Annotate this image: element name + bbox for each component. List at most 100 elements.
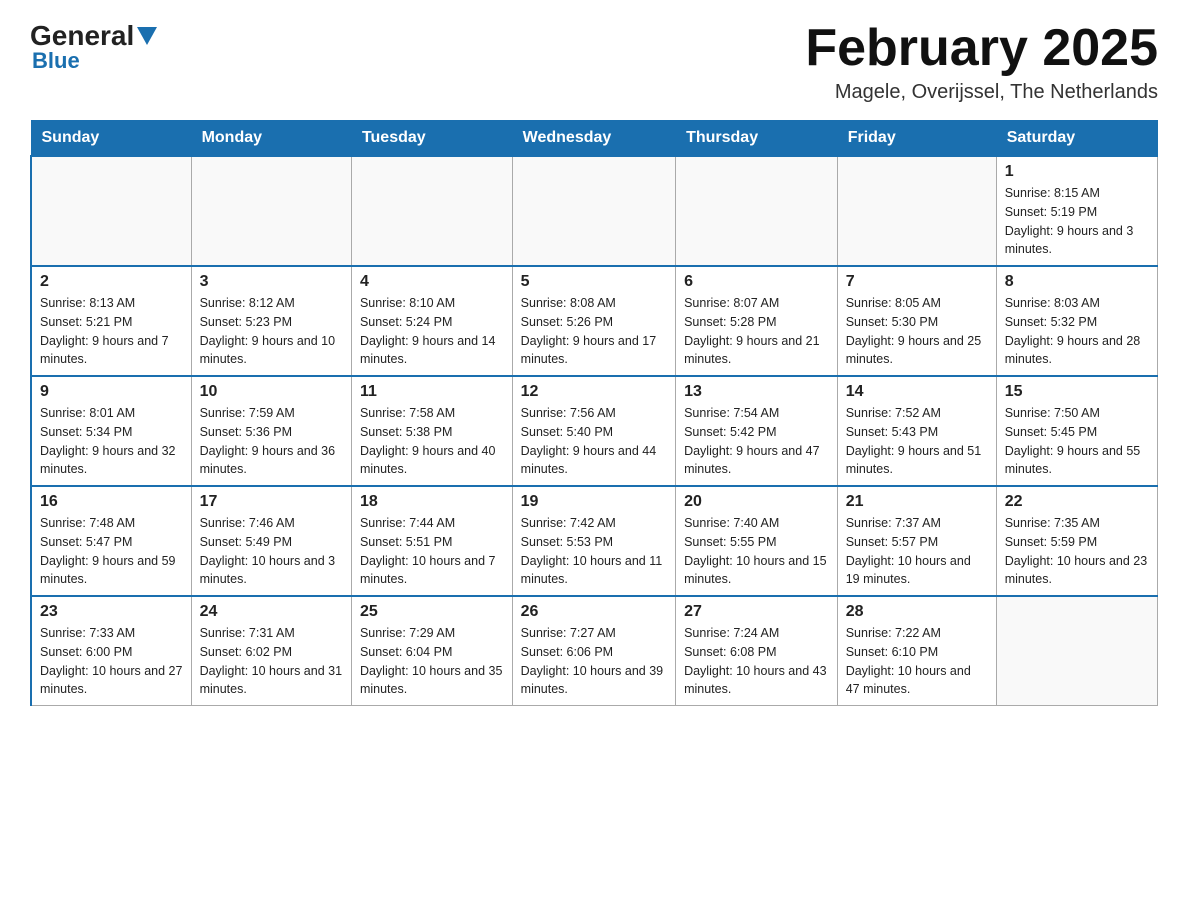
day-info: Sunrise: 7:27 AMSunset: 6:06 PMDaylight:… [521,624,667,699]
day-number: 1 [1005,163,1149,181]
calendar-cell: 18 Sunrise: 7:44 AMSunset: 5:51 PMDayligh… [351,486,512,596]
day-number: 12 [521,383,667,401]
day-info: Sunrise: 7:33 AMSunset: 6:00 PMDaylight:… [40,624,183,699]
month-title: February 2025 [805,20,1158,77]
day-info: Sunrise: 7:56 AMSunset: 5:40 PMDaylight:… [521,404,667,479]
day-number: 24 [200,603,343,621]
calendar-cell: 22 Sunrise: 7:35 AMSunset: 5:59 PMDayligh… [996,486,1157,596]
day-number: 28 [846,603,988,621]
logo-triangle-icon [137,27,157,45]
day-number: 4 [360,273,504,291]
calendar-table: SundayMondayTuesdayWednesdayThursdayFrid… [30,120,1158,706]
calendar-cell [31,156,191,266]
calendar-cell: 4 Sunrise: 8:10 AMSunset: 5:24 PMDaylight… [351,266,512,376]
calendar-cell: 13Sunrise: 7:54 AMSunset: 5:42 PMDayligh… [676,376,838,486]
calendar-cell [996,596,1157,706]
day-header-monday: Monday [191,121,351,157]
calendar-cell [837,156,996,266]
day-number: 20 [684,493,829,511]
week-row-3: 9 Sunrise: 8:01 AMSunset: 5:34 PMDaylight… [31,376,1158,486]
day-info: Sunrise: 7:58 AMSunset: 5:38 PMDaylight:… [360,404,504,479]
day-number: 21 [846,493,988,511]
calendar-cell: 16 Sunrise: 7:48 AMSunset: 5:47 PMDayligh… [31,486,191,596]
day-info: Sunrise: 8:15 AMSunset: 5:19 PMDaylight:… [1005,184,1149,259]
calendar-cell: 19 Sunrise: 7:42 AMSunset: 5:53 PMDayligh… [512,486,675,596]
day-number: 15 [1005,383,1149,401]
day-info: Sunrise: 7:24 AMSunset: 6:08 PMDaylight:… [684,624,829,699]
week-row-2: 2 Sunrise: 8:13 AMSunset: 5:21 PMDaylight… [31,266,1158,376]
day-number: 8 [1005,273,1149,291]
day-info: Sunrise: 7:22 AMSunset: 6:10 PMDaylight:… [846,624,988,699]
day-number: 7 [846,273,988,291]
calendar-cell: 3 Sunrise: 8:12 AMSunset: 5:23 PMDaylight… [191,266,351,376]
day-number: 9 [40,383,183,401]
day-number: 14 [846,383,988,401]
calendar-cell: 26 Sunrise: 7:27 AMSunset: 6:06 PMDayligh… [512,596,675,706]
day-info: Sunrise: 7:44 AMSunset: 5:51 PMDaylight:… [360,514,504,589]
day-number: 17 [200,493,343,511]
day-info: Sunrise: 7:48 AMSunset: 5:47 PMDaylight:… [40,514,183,589]
calendar-cell: 9 Sunrise: 8:01 AMSunset: 5:34 PMDaylight… [31,376,191,486]
calendar-cell: 10Sunrise: 7:59 AMSunset: 5:36 PMDayligh… [191,376,351,486]
logo: General Blue [30,20,159,74]
calendar-cell [191,156,351,266]
calendar-cell: 14Sunrise: 7:52 AMSunset: 5:43 PMDayligh… [837,376,996,486]
calendar-header-row: SundayMondayTuesdayWednesdayThursdayFrid… [31,121,1158,157]
calendar-cell: 2 Sunrise: 8:13 AMSunset: 5:21 PMDaylight… [31,266,191,376]
day-number: 16 [40,493,183,511]
calendar-cell: 17Sunrise: 7:46 AMSunset: 5:49 PMDayligh… [191,486,351,596]
day-number: 3 [200,273,343,291]
day-number: 11 [360,383,504,401]
day-info: Sunrise: 8:05 AMSunset: 5:30 PMDaylight:… [846,294,988,369]
day-number: 19 [521,493,667,511]
day-number: 18 [360,493,504,511]
day-number: 10 [200,383,343,401]
calendar-cell: 7 Sunrise: 8:05 AMSunset: 5:30 PMDaylight… [837,266,996,376]
day-info: Sunrise: 8:07 AMSunset: 5:28 PMDaylight:… [684,294,829,369]
day-info: Sunrise: 7:37 AMSunset: 5:57 PMDaylight:… [846,514,988,589]
page-header: General Blue February 2025 Magele, Overi… [30,20,1158,104]
day-info: Sunrise: 7:42 AMSunset: 5:53 PMDaylight:… [521,514,667,589]
day-number: 2 [40,273,183,291]
title-block: February 2025 Magele, Overijssel, The Ne… [805,20,1158,104]
day-header-thursday: Thursday [676,121,838,157]
day-info: Sunrise: 8:12 AMSunset: 5:23 PMDaylight:… [200,294,343,369]
day-info: Sunrise: 7:50 AMSunset: 5:45 PMDaylight:… [1005,404,1149,479]
week-row-4: 16 Sunrise: 7:48 AMSunset: 5:47 PMDayligh… [31,486,1158,596]
calendar-cell: 28 Sunrise: 7:22 AMSunset: 6:10 PMDayligh… [837,596,996,706]
calendar-cell: 6 Sunrise: 8:07 AMSunset: 5:28 PMDaylight… [676,266,838,376]
day-info: Sunrise: 8:03 AMSunset: 5:32 PMDaylight:… [1005,294,1149,369]
calendar-cell: 15 Sunrise: 7:50 AMSunset: 5:45 PMDayligh… [996,376,1157,486]
day-info: Sunrise: 7:31 AMSunset: 6:02 PMDaylight:… [200,624,343,699]
day-header-saturday: Saturday [996,121,1157,157]
day-number: 6 [684,273,829,291]
day-number: 13 [684,383,829,401]
calendar-cell: 20Sunrise: 7:40 AMSunset: 5:55 PMDayligh… [676,486,838,596]
day-number: 27 [684,603,829,621]
day-info: Sunrise: 8:13 AMSunset: 5:21 PMDaylight:… [40,294,183,369]
day-header-friday: Friday [837,121,996,157]
location-text: Magele, Overijssel, The Netherlands [805,81,1158,104]
calendar-cell: 8 Sunrise: 8:03 AMSunset: 5:32 PMDaylight… [996,266,1157,376]
day-info: Sunrise: 8:08 AMSunset: 5:26 PMDaylight:… [521,294,667,369]
day-header-sunday: Sunday [31,121,191,157]
calendar-cell: 23 Sunrise: 7:33 AMSunset: 6:00 PMDayligh… [31,596,191,706]
day-info: Sunrise: 8:10 AMSunset: 5:24 PMDaylight:… [360,294,504,369]
day-info: Sunrise: 8:01 AMSunset: 5:34 PMDaylight:… [40,404,183,479]
calendar-cell [351,156,512,266]
day-number: 23 [40,603,183,621]
calendar-cell [512,156,675,266]
day-info: Sunrise: 7:35 AMSunset: 5:59 PMDaylight:… [1005,514,1149,589]
calendar-cell: 11 Sunrise: 7:58 AMSunset: 5:38 PMDayligh… [351,376,512,486]
day-number: 5 [521,273,667,291]
day-number: 22 [1005,493,1149,511]
calendar-cell: 1 Sunrise: 8:15 AMSunset: 5:19 PMDaylight… [996,156,1157,266]
calendar-cell: 27 Sunrise: 7:24 AMSunset: 6:08 PMDayligh… [676,596,838,706]
day-number: 26 [521,603,667,621]
week-row-5: 23 Sunrise: 7:33 AMSunset: 6:00 PMDayligh… [31,596,1158,706]
day-info: Sunrise: 7:29 AMSunset: 6:04 PMDaylight:… [360,624,504,699]
day-header-wednesday: Wednesday [512,121,675,157]
day-number: 25 [360,603,504,621]
calendar-cell: 25 Sunrise: 7:29 AMSunset: 6:04 PMDayligh… [351,596,512,706]
day-header-tuesday: Tuesday [351,121,512,157]
